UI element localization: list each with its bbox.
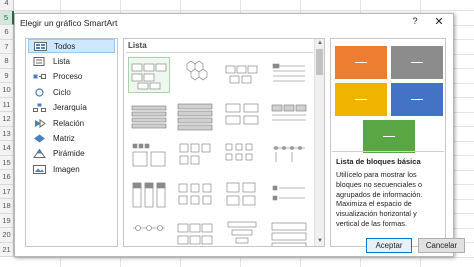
layout-thumbnail[interactable] bbox=[221, 177, 263, 213]
smartart-dialog: Elegir un gráfico SmartArt ? ✕ Todos List… bbox=[14, 13, 465, 257]
scrollbar-thumb[interactable] bbox=[316, 49, 323, 75]
row-header[interactable]: 5 bbox=[0, 10, 14, 25]
layout-thumbnail[interactable] bbox=[128, 97, 170, 133]
preview-block-orange bbox=[335, 46, 387, 79]
scroll-up-arrow-icon[interactable]: ▲ bbox=[316, 39, 324, 48]
preview-block-green bbox=[363, 120, 415, 153]
category-label: Todos bbox=[54, 41, 76, 51]
category-list[interactable]: Lista bbox=[28, 54, 115, 68]
relationship-icon bbox=[33, 118, 46, 128]
row-header[interactable]: 9 bbox=[0, 68, 14, 83]
category-label: Matriz bbox=[53, 134, 75, 144]
hierarchy-icon bbox=[33, 103, 46, 113]
preview-description: Utilícelo para mostrar los bloques no se… bbox=[336, 170, 423, 228]
layout-thumbnail[interactable] bbox=[128, 137, 170, 173]
row-header[interactable]: 18 bbox=[0, 199, 14, 214]
layout-gallery: Lista ▲ ▼ bbox=[123, 38, 325, 247]
category-hierarchy[interactable]: Jerarquía bbox=[28, 101, 115, 115]
category-cycle[interactable]: Ciclo bbox=[28, 85, 115, 99]
layout-thumbnail[interactable] bbox=[174, 97, 216, 133]
layout-thumbnail[interactable] bbox=[268, 137, 310, 173]
preview-image bbox=[332, 40, 444, 153]
help-button[interactable]: ? bbox=[409, 16, 421, 29]
cycle-icon bbox=[33, 88, 46, 97]
category-label: Lista bbox=[53, 57, 70, 67]
category-label: Ciclo bbox=[53, 87, 71, 97]
category-label: Jerarquía bbox=[53, 103, 87, 113]
row-header[interactable]: 19 bbox=[0, 213, 14, 228]
list-icon bbox=[33, 57, 46, 67]
gallery-title: Lista bbox=[128, 41, 147, 50]
category-all[interactable]: Todos bbox=[28, 39, 115, 54]
scroll-down-arrow-icon[interactable]: ▼ bbox=[316, 237, 324, 246]
row-header[interactable]: 10 bbox=[0, 83, 14, 98]
matrix-icon bbox=[33, 134, 46, 143]
layout-thumbnail[interactable] bbox=[268, 57, 310, 93]
accept-button[interactable]: Aceptar bbox=[366, 238, 412, 253]
close-button[interactable]: ✕ bbox=[432, 15, 446, 29]
row-header[interactable]: 6 bbox=[0, 25, 14, 40]
row-header[interactable]: 21 bbox=[0, 242, 14, 257]
preview-panel: Lista de bloques básica Utilícelo para m… bbox=[330, 38, 446, 247]
category-relationship[interactable]: Relación bbox=[28, 116, 115, 130]
row-header[interactable]: 17 bbox=[0, 184, 14, 199]
preview-block-gold bbox=[335, 83, 387, 116]
layout-thumbnail[interactable] bbox=[174, 137, 216, 173]
row-header[interactable]: 12 bbox=[0, 112, 14, 127]
layout-thumbnail[interactable] bbox=[268, 97, 310, 133]
dialog-title: Elegir un gráfico SmartArt bbox=[20, 17, 118, 28]
layout-thumbnail[interactable] bbox=[174, 57, 216, 93]
layout-thumbnail[interactable] bbox=[268, 177, 310, 213]
row-header[interactable]: 16 bbox=[0, 170, 14, 185]
layout-thumbnail[interactable] bbox=[174, 217, 216, 246]
layout-thumbnail[interactable] bbox=[268, 217, 310, 246]
row-header[interactable]: 14 bbox=[0, 141, 14, 156]
category-list: Todos Lista Proceso Ciclo Jerarquía Relación M… bbox=[25, 38, 118, 247]
layout-thumbnail[interactable] bbox=[221, 217, 263, 246]
cancel-button[interactable]: Cancelar bbox=[418, 238, 465, 253]
preview-divider bbox=[332, 151, 444, 152]
layout-thumbnail[interactable] bbox=[128, 217, 170, 246]
gallery-scrollbar[interactable]: ▲ ▼ bbox=[314, 39, 324, 246]
row-header[interactable]: 4 bbox=[0, 0, 14, 11]
preview-block-blue bbox=[391, 83, 443, 116]
category-label: Imagen bbox=[53, 164, 80, 174]
layout-thumbnail[interactable] bbox=[221, 57, 263, 93]
preview-title: Lista de bloques básica bbox=[336, 157, 421, 166]
category-picture[interactable]: Imagen bbox=[28, 162, 115, 176]
category-label: Relación bbox=[53, 118, 85, 128]
layout-thumbnail[interactable] bbox=[128, 57, 170, 93]
all-icon bbox=[34, 41, 47, 51]
layout-thumbnail[interactable] bbox=[221, 97, 263, 133]
layout-thumbnail[interactable] bbox=[174, 177, 216, 213]
row-header[interactable]: 11 bbox=[0, 97, 14, 112]
category-pyramid[interactable]: Pirámide bbox=[28, 147, 115, 161]
gridline bbox=[14, 10, 474, 11]
picture-icon bbox=[33, 164, 46, 174]
gallery-divider bbox=[126, 52, 313, 53]
process-icon bbox=[33, 72, 46, 81]
category-matrix[interactable]: Matriz bbox=[28, 131, 115, 145]
layout-thumbnail[interactable] bbox=[128, 177, 170, 213]
row-header[interactable]: 8 bbox=[0, 54, 14, 69]
row-header[interactable]: 20 bbox=[0, 228, 14, 243]
pyramid-icon bbox=[33, 149, 46, 159]
preview-block-gray bbox=[391, 46, 443, 79]
category-process[interactable]: Proceso bbox=[28, 70, 115, 84]
category-label: Pirámide bbox=[53, 149, 85, 159]
category-label: Proceso bbox=[53, 72, 83, 82]
layout-thumbnail[interactable] bbox=[221, 137, 263, 173]
row-header[interactable]: 13 bbox=[0, 126, 14, 141]
row-header[interactable]: 15 bbox=[0, 155, 14, 170]
row-header[interactable]: 7 bbox=[0, 39, 14, 54]
